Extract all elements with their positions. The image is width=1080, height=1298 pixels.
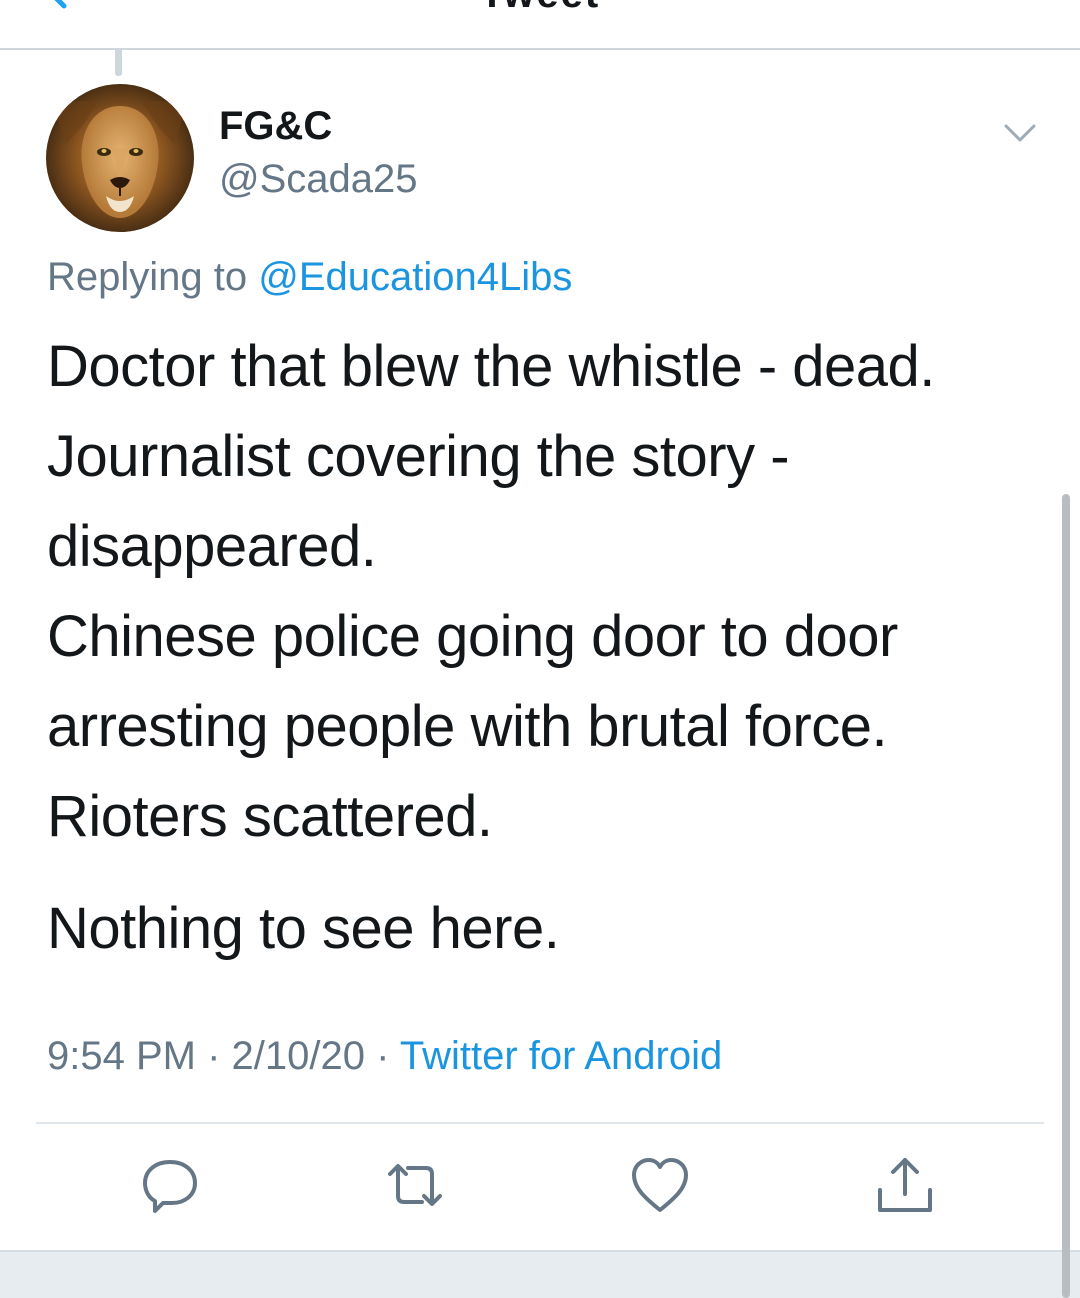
meta-separator: · <box>376 1034 390 1078</box>
chevron-down-icon[interactable] <box>1002 120 1038 146</box>
scrollbar[interactable] <box>1062 494 1070 1298</box>
tweet-action-bar <box>0 1150 1080 1230</box>
tweet-metadata: 9:54 PM · 2/10/20 · Twitter for Android <box>47 1034 722 1079</box>
next-section-band <box>0 1250 1080 1298</box>
retweet-icon[interactable] <box>380 1150 450 1220</box>
tweet-text-line: Nothing to see here. <box>47 896 560 961</box>
replying-to-link[interactable]: @Education4Libs <box>258 255 572 299</box>
author-handle[interactable]: @Scada25 <box>219 157 418 202</box>
tweet-text-line: Chinese police going door to door <box>47 604 898 669</box>
replying-to-label: Replying to <box>47 255 248 299</box>
replying-to-line: Replying to @Education4Libs <box>47 255 572 300</box>
thread-connector-line <box>115 50 122 76</box>
page-title: Tweet <box>0 0 1080 17</box>
tweet-text: Doctor that blew the whistle - dead. Jou… <box>47 322 1037 974</box>
tweet-text-line: disappeared. <box>47 514 377 579</box>
lion-avatar-image <box>46 84 194 232</box>
tweet-time: 9:54 PM <box>47 1034 196 1078</box>
tweet-source-link[interactable]: Twitter for Android <box>400 1034 722 1078</box>
tweet-text-line: Rioters scattered. <box>47 784 493 849</box>
divider <box>36 1122 1044 1124</box>
heart-icon[interactable] <box>625 1150 695 1220</box>
author-name[interactable]: FG&C <box>219 104 332 149</box>
share-icon[interactable] <box>870 1150 940 1220</box>
top-navigation-bar: Tweet <box>0 0 1080 50</box>
speech-bubble-icon[interactable] <box>135 1150 205 1220</box>
tweet-text-line: arresting people with brutal force. <box>47 694 888 759</box>
tweet-detail-screen: Tweet <box>0 0 1080 1298</box>
meta-separator: · <box>207 1034 221 1078</box>
avatar[interactable] <box>46 84 194 232</box>
tweet-date: 2/10/20 <box>231 1034 366 1078</box>
tweet-text-line: Doctor that blew the whistle - dead. <box>47 334 935 399</box>
tweet-text-line: Journalist covering the story - <box>47 424 790 489</box>
